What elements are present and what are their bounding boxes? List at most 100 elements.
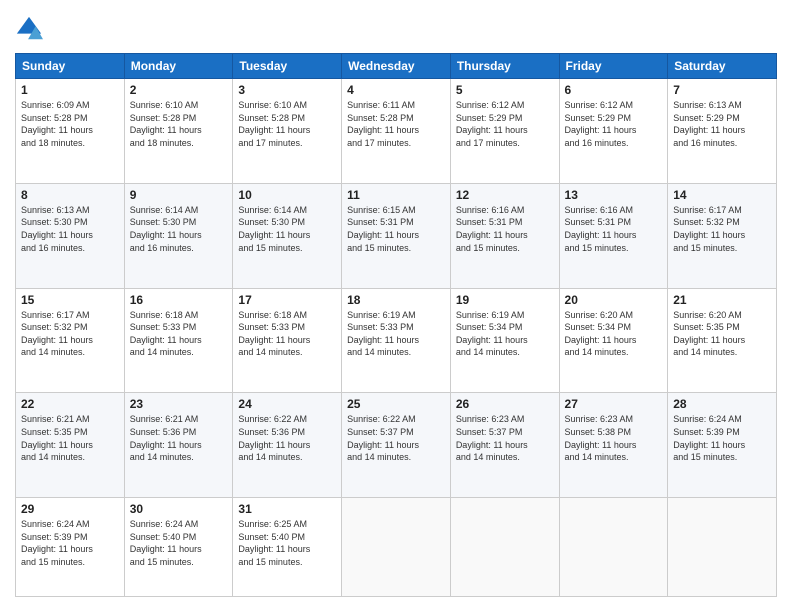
calendar-cell: 21 Sunrise: 6:20 AM Sunset: 5:35 PM Dayli… <box>668 288 777 393</box>
weekday-header: Wednesday <box>342 54 451 79</box>
cell-info: Sunrise: 6:12 AM Sunset: 5:29 PM Dayligh… <box>565 99 663 149</box>
day-number: 11 <box>347 188 445 202</box>
day-number: 7 <box>673 83 771 97</box>
calendar-cell: 25 Sunrise: 6:22 AM Sunset: 5:37 PM Dayli… <box>342 393 451 498</box>
calendar-cell: 6 Sunrise: 6:12 AM Sunset: 5:29 PM Daylig… <box>559 79 668 184</box>
weekday-header-row: SundayMondayTuesdayWednesdayThursdayFrid… <box>16 54 777 79</box>
cell-info: Sunrise: 6:21 AM Sunset: 5:36 PM Dayligh… <box>130 413 228 463</box>
day-number: 30 <box>130 502 228 516</box>
cell-info: Sunrise: 6:20 AM Sunset: 5:34 PM Dayligh… <box>565 309 663 359</box>
calendar-cell: 23 Sunrise: 6:21 AM Sunset: 5:36 PM Dayli… <box>124 393 233 498</box>
calendar-cell: 22 Sunrise: 6:21 AM Sunset: 5:35 PM Dayli… <box>16 393 125 498</box>
calendar-table: SundayMondayTuesdayWednesdayThursdayFrid… <box>15 53 777 597</box>
calendar-cell: 10Sunrise: 6:14 AM Sunset: 5:30 PM Dayli… <box>233 183 342 288</box>
page: SundayMondayTuesdayWednesdayThursdayFrid… <box>0 0 792 612</box>
cell-info: Sunrise: 6:13 AM Sunset: 5:29 PM Dayligh… <box>673 99 771 149</box>
cell-info: Sunrise: 6:14 AM Sunset: 5:30 PM Dayligh… <box>130 204 228 254</box>
day-number: 13 <box>565 188 663 202</box>
calendar-cell: 7 Sunrise: 6:13 AM Sunset: 5:29 PM Daylig… <box>668 79 777 184</box>
day-number: 19 <box>456 293 554 307</box>
calendar-cell: 1Sunrise: 6:09 AM Sunset: 5:28 PM Daylig… <box>16 79 125 184</box>
cell-info: Sunrise: 6:24 AM Sunset: 5:40 PM Dayligh… <box>130 518 228 568</box>
calendar-row: 8 Sunrise: 6:13 AM Sunset: 5:30 PM Daylig… <box>16 183 777 288</box>
calendar-cell: 4 Sunrise: 6:11 AM Sunset: 5:28 PM Daylig… <box>342 79 451 184</box>
weekday-header: Saturday <box>668 54 777 79</box>
day-number: 5 <box>456 83 554 97</box>
weekday-header: Tuesday <box>233 54 342 79</box>
cell-info: Sunrise: 6:13 AM Sunset: 5:30 PM Dayligh… <box>21 204 119 254</box>
day-number: 12 <box>456 188 554 202</box>
calendar-cell: 8 Sunrise: 6:13 AM Sunset: 5:30 PM Daylig… <box>16 183 125 288</box>
calendar-cell <box>559 498 668 597</box>
calendar-cell: 13 Sunrise: 6:16 AM Sunset: 5:31 PM Dayli… <box>559 183 668 288</box>
cell-info: Sunrise: 6:18 AM Sunset: 5:33 PM Dayligh… <box>238 309 336 359</box>
cell-info: Sunrise: 6:23 AM Sunset: 5:38 PM Dayligh… <box>565 413 663 463</box>
calendar-cell: 16 Sunrise: 6:18 AM Sunset: 5:33 PM Dayli… <box>124 288 233 393</box>
cell-info: Sunrise: 6:25 AM Sunset: 5:40 PM Dayligh… <box>238 518 336 568</box>
day-number: 24 <box>238 397 336 411</box>
day-number: 28 <box>673 397 771 411</box>
day-number: 6 <box>565 83 663 97</box>
weekday-header: Friday <box>559 54 668 79</box>
cell-info: Sunrise: 6:21 AM Sunset: 5:35 PM Dayligh… <box>21 413 119 463</box>
logo-icon <box>15 15 43 43</box>
calendar-cell <box>342 498 451 597</box>
cell-info: Sunrise: 6:11 AM Sunset: 5:28 PM Dayligh… <box>347 99 445 149</box>
cell-info: Sunrise: 6:15 AM Sunset: 5:31 PM Dayligh… <box>347 204 445 254</box>
calendar-cell: 3Sunrise: 6:10 AM Sunset: 5:28 PM Daylig… <box>233 79 342 184</box>
calendar-row: 29 Sunrise: 6:24 AM Sunset: 5:39 PM Dayli… <box>16 498 777 597</box>
cell-info: Sunrise: 6:16 AM Sunset: 5:31 PM Dayligh… <box>565 204 663 254</box>
calendar-cell: 29 Sunrise: 6:24 AM Sunset: 5:39 PM Dayli… <box>16 498 125 597</box>
cell-info: Sunrise: 6:10 AM Sunset: 5:28 PM Dayligh… <box>238 99 336 149</box>
cell-info: Sunrise: 6:17 AM Sunset: 5:32 PM Dayligh… <box>673 204 771 254</box>
cell-info: Sunrise: 6:24 AM Sunset: 5:39 PM Dayligh… <box>21 518 119 568</box>
day-number: 31 <box>238 502 336 516</box>
calendar-cell: 15Sunrise: 6:17 AM Sunset: 5:32 PM Dayli… <box>16 288 125 393</box>
calendar-cell: 12Sunrise: 6:16 AM Sunset: 5:31 PM Dayli… <box>450 183 559 288</box>
calendar-cell: 26Sunrise: 6:23 AM Sunset: 5:37 PM Dayli… <box>450 393 559 498</box>
calendar-cell: 2 Sunrise: 6:10 AM Sunset: 5:28 PM Daylig… <box>124 79 233 184</box>
day-number: 20 <box>565 293 663 307</box>
day-number: 10 <box>238 188 336 202</box>
calendar-cell: 9 Sunrise: 6:14 AM Sunset: 5:30 PM Daylig… <box>124 183 233 288</box>
day-number: 1 <box>21 83 119 97</box>
weekday-header: Sunday <box>16 54 125 79</box>
day-number: 25 <box>347 397 445 411</box>
cell-info: Sunrise: 6:18 AM Sunset: 5:33 PM Dayligh… <box>130 309 228 359</box>
day-number: 23 <box>130 397 228 411</box>
day-number: 27 <box>565 397 663 411</box>
calendar-cell: 27 Sunrise: 6:23 AM Sunset: 5:38 PM Dayli… <box>559 393 668 498</box>
day-number: 15 <box>21 293 119 307</box>
cell-info: Sunrise: 6:10 AM Sunset: 5:28 PM Dayligh… <box>130 99 228 149</box>
day-number: 18 <box>347 293 445 307</box>
cell-info: Sunrise: 6:12 AM Sunset: 5:29 PM Dayligh… <box>456 99 554 149</box>
day-number: 17 <box>238 293 336 307</box>
calendar-row: 15Sunrise: 6:17 AM Sunset: 5:32 PM Dayli… <box>16 288 777 393</box>
day-number: 21 <box>673 293 771 307</box>
header <box>15 15 777 43</box>
day-number: 4 <box>347 83 445 97</box>
day-number: 22 <box>21 397 119 411</box>
day-number: 16 <box>130 293 228 307</box>
cell-info: Sunrise: 6:19 AM Sunset: 5:33 PM Dayligh… <box>347 309 445 359</box>
cell-info: Sunrise: 6:22 AM Sunset: 5:36 PM Dayligh… <box>238 413 336 463</box>
weekday-header: Thursday <box>450 54 559 79</box>
cell-info: Sunrise: 6:19 AM Sunset: 5:34 PM Dayligh… <box>456 309 554 359</box>
day-number: 14 <box>673 188 771 202</box>
calendar-cell: 19 Sunrise: 6:19 AM Sunset: 5:34 PM Dayli… <box>450 288 559 393</box>
calendar-cell: 30 Sunrise: 6:24 AM Sunset: 5:40 PM Dayli… <box>124 498 233 597</box>
day-number: 2 <box>130 83 228 97</box>
calendar-row: 1Sunrise: 6:09 AM Sunset: 5:28 PM Daylig… <box>16 79 777 184</box>
calendar-cell: 17 Sunrise: 6:18 AM Sunset: 5:33 PM Dayli… <box>233 288 342 393</box>
cell-info: Sunrise: 6:22 AM Sunset: 5:37 PM Dayligh… <box>347 413 445 463</box>
day-number: 8 <box>21 188 119 202</box>
cell-info: Sunrise: 6:20 AM Sunset: 5:35 PM Dayligh… <box>673 309 771 359</box>
weekday-header: Monday <box>124 54 233 79</box>
logo <box>15 15 47 43</box>
calendar-cell: 5 Sunrise: 6:12 AM Sunset: 5:29 PM Daylig… <box>450 79 559 184</box>
calendar-cell: 14 Sunrise: 6:17 AM Sunset: 5:32 PM Dayli… <box>668 183 777 288</box>
day-number: 9 <box>130 188 228 202</box>
cell-info: Sunrise: 6:23 AM Sunset: 5:37 PM Dayligh… <box>456 413 554 463</box>
day-number: 29 <box>21 502 119 516</box>
calendar-cell: 24 Sunrise: 6:22 AM Sunset: 5:36 PM Dayli… <box>233 393 342 498</box>
